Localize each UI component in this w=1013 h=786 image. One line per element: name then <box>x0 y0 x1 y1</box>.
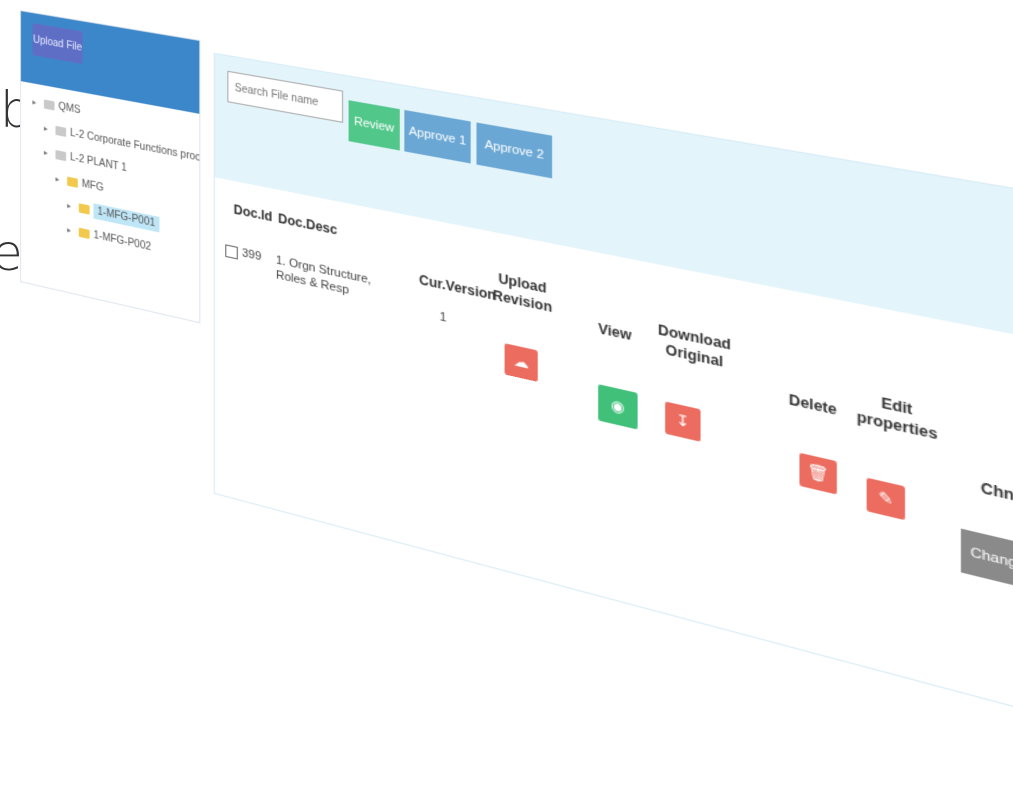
trash-icon: 🗑 <box>807 461 830 485</box>
change-request-button[interactable]: Change Request <box>960 528 1013 607</box>
upload-file-button[interactable]: Upload File <box>32 23 83 65</box>
file-tree-panel: Upload File ▸ QMS ▸ L-2 Corporate Functions… <box>20 10 201 324</box>
folder-icon <box>67 176 78 188</box>
approve-2-button[interactable]: Approve 2 <box>476 122 553 179</box>
cell-doc-id: 399 <box>242 246 262 264</box>
upload-cloud-icon: ☁ <box>513 351 529 373</box>
header-cur-version: Cur.Version <box>419 272 496 304</box>
edit-icon: ✎ <box>878 487 894 510</box>
tree-toggle-icon[interactable]: ▸ <box>44 147 56 158</box>
folder-icon <box>55 149 67 161</box>
header-doc-id: Doc.Id <box>233 201 273 225</box>
cell-cur-version: 1 <box>439 310 447 326</box>
view-button[interactable]: ◉ <box>598 384 638 430</box>
download-original-button[interactable]: ↧ <box>665 401 701 442</box>
cell-doc-desc: 1. Orgn Structure, Roles & Resp <box>275 253 372 298</box>
edit-properties-button[interactable]: ✎ <box>866 477 906 521</box>
header-edit-properties: Edit properties <box>856 394 938 443</box>
tree-toggle-icon[interactable]: ▸ <box>44 123 56 134</box>
tree-toggle-icon[interactable]: ▸ <box>55 174 67 185</box>
upload-revision-button[interactable]: ☁ <box>504 343 538 382</box>
search-input[interactable] <box>227 70 344 123</box>
folder-icon <box>78 227 90 239</box>
approve-1-button[interactable]: Approve 1 <box>404 109 471 164</box>
header-chng-req: Chng.Req <box>980 479 1013 516</box>
delete-button[interactable]: 🗑 <box>799 452 837 495</box>
tree-toggle-icon[interactable]: ▸ <box>67 225 79 237</box>
header-download-original: Download Original <box>658 321 731 370</box>
tree-item-label: QMS <box>58 100 81 116</box>
documents-panel: Review Approve 1 Approve 2 Doc.Id Doc.De… <box>213 52 1013 767</box>
header-delete: Delete <box>788 391 837 419</box>
tree-item-label: MFG <box>81 178 104 194</box>
download-icon: ↧ <box>675 410 690 432</box>
app-screenshot: Upload File ▸ QMS ▸ L-2 Corporate Functions… <box>20 10 1013 786</box>
eye-icon: ◉ <box>610 396 625 417</box>
folder-icon <box>78 202 90 215</box>
row-checkbox[interactable] <box>225 244 238 260</box>
header-view: View <box>598 320 632 344</box>
review-button[interactable]: Review <box>348 100 400 151</box>
tree-toggle-icon[interactable]: ▸ <box>67 200 79 212</box>
folder-tree: ▸ QMS ▸ L-2 Corporate Functions procedures ▸… <box>32 89 200 277</box>
header-upload-revision: Upload Revision <box>492 270 553 315</box>
tree-toggle-icon[interactable]: ▸ <box>32 97 44 108</box>
folder-icon <box>43 98 55 110</box>
header-doc-desc: Doc.Desc <box>278 210 338 238</box>
tree-item-label: 1-MFG-P002 <box>93 229 152 253</box>
folder-icon <box>55 125 67 137</box>
